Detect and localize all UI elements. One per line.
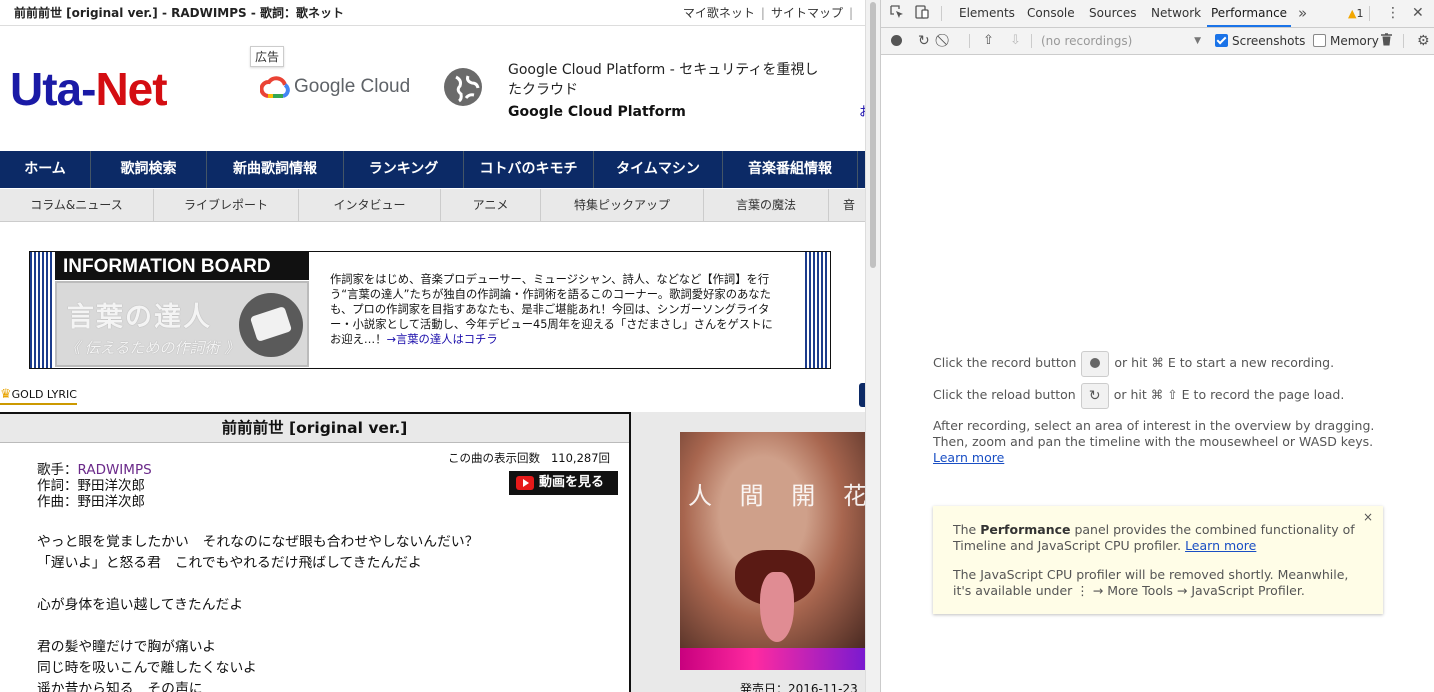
- lyrics-body: やっと眼を覚ましたかい それなのになぜ眼も合わせやしないんだい？ 「遅いよ」と怒…: [37, 534, 479, 692]
- subnav-item-kotoba-magic[interactable]: 言葉の魔法: [704, 189, 829, 221]
- scrollbar-thumb[interactable]: [870, 2, 876, 268]
- nav-item-lyrics-search[interactable]: 歌詞検索: [91, 151, 207, 188]
- lyric-panel: 前前前世 [original ver.] この曲の表示回数 110,287回 動…: [0, 412, 631, 692]
- info-board-header: INFORMATION BOARD: [55, 252, 309, 280]
- load-profile-icon[interactable]: ⇧: [983, 28, 994, 54]
- performance-toolbar: ↻ ⃠ ⇧ ⇩ (no recordings) ▼ Screenshots Me…: [881, 28, 1434, 55]
- page-title: 前前前世 [original ver.] - RADWIMPS - 歌詞：歌ネッ…: [14, 6, 345, 20]
- subnav-item-live-report[interactable]: ライブレポート: [154, 189, 299, 221]
- profiler-deprecation-notice: × The Performance panel provides the com…: [933, 506, 1383, 614]
- screenshots-checkbox[interactable]: Screenshots: [1215, 28, 1305, 54]
- header-links: マイ歌ネット | サイトマップ |: [682, 6, 853, 20]
- memory-checkbox[interactable]: Memory: [1313, 28, 1379, 54]
- trash-icon[interactable]: [1381, 28, 1392, 54]
- album-jacket-image[interactable]: 人 間 開 花: [680, 432, 865, 670]
- subnav-item-interview[interactable]: インタビュー: [299, 189, 441, 221]
- ad-brand[interactable]: Google Cloud Platform: [508, 104, 686, 120]
- checkbox-unchecked-icon: [1313, 34, 1326, 47]
- subnav-item-column-news[interactable]: コラム&ニュース: [0, 189, 154, 221]
- subnav-item-feature[interactable]: 特集ピックアップ: [541, 189, 704, 221]
- reload-hint: Click the reload button ↻ or hit ⌘ ⇧ E to …: [933, 382, 1344, 409]
- reload-icon: ↻: [1088, 387, 1101, 404]
- tab-sources[interactable]: Sources: [1089, 0, 1136, 27]
- view-count: この曲の表示回数 110,287回: [448, 451, 611, 465]
- main-navigation: ホーム 歌詞検索 新曲歌詞情報 ランキング コトバのキモチ タイムマシン 音楽番…: [0, 151, 865, 188]
- reload-icon[interactable]: ↻: [918, 28, 930, 54]
- device-toolbar-icon[interactable]: [915, 0, 929, 27]
- globe-icon: [444, 68, 482, 106]
- decorative-stripe-left: [30, 252, 54, 368]
- google-cloud-logo[interactable]: Google Cloud: [260, 74, 410, 102]
- inspect-element-icon[interactable]: [890, 0, 904, 27]
- ad-headline[interactable]: Google Cloud Platform - セキュリティを重視したクラウド: [508, 60, 828, 100]
- record-button[interactable]: [1081, 350, 1110, 377]
- record-hint: Click the record button or hit ⌘ E to sta…: [933, 350, 1334, 377]
- typewriter-icon: [239, 293, 303, 357]
- crown-icon: ♛: [0, 387, 12, 402]
- song-credits: 歌手：RADWIMPS 作詞：野田洋次郎 作曲：野田洋次郎: [37, 462, 152, 510]
- release-date: 発売日：2016-11-23: [740, 682, 858, 692]
- nav-item-music-tv[interactable]: 音楽番組情報: [723, 151, 858, 188]
- settings-gear-icon[interactable]: ⚙: [1417, 28, 1430, 54]
- kebab-menu-icon[interactable]: ⋮: [1386, 0, 1400, 27]
- reload-record-button[interactable]: ↻: [1080, 382, 1109, 409]
- ad-badge: 広告: [250, 46, 285, 67]
- composer: 作曲：野田洋次郎: [37, 494, 145, 510]
- nav-item-ranking[interactable]: ランキング: [344, 151, 464, 188]
- record-dot-icon: [1090, 357, 1101, 368]
- subnav-item-more[interactable]: 音: [829, 189, 865, 221]
- nav-item-kotoba[interactable]: コトバのキモチ: [464, 151, 594, 188]
- jacket-title: 人 間 開 花: [688, 482, 865, 510]
- devtools-tab-bar: Elements Console Sources Network Perform…: [881, 0, 1434, 28]
- warning-indicator[interactable]: ▲1: [1348, 0, 1363, 27]
- page-scrollbar[interactable]: [865, 0, 880, 692]
- kotoba-no-tatsujin-link[interactable]: →言葉の達人はコチラ: [387, 333, 498, 346]
- google-cloud-icon: [260, 76, 290, 98]
- info-board-text: 作詞家をはじめ、音楽プロデューサー、ミュージシャン、詩人、などなど【作詞】を行う…: [330, 273, 773, 346]
- watch-video-button[interactable]: 動画を見る: [509, 471, 618, 495]
- checkbox-checked-icon: [1215, 34, 1228, 47]
- page-header-bar: 前前前世 [original ver.] - RADWIMPS - 歌詞：歌ネッ…: [0, 0, 865, 26]
- my-utanet-link[interactable]: マイ歌ネット: [683, 6, 755, 20]
- recordings-select[interactable]: (no recordings) ▼: [1041, 28, 1201, 54]
- artist-link[interactable]: RADWIMPS: [78, 462, 152, 478]
- information-board: INFORMATION BOARD 言葉の達人 《 伝えるための作詞術 》 作詞…: [29, 251, 831, 369]
- save-profile-icon[interactable]: ⇩: [1010, 28, 1021, 54]
- youtube-play-icon: [516, 476, 534, 490]
- tab-performance[interactable]: Performance: [1207, 0, 1292, 27]
- lyricist: 作詞：野田洋次郎: [37, 478, 145, 494]
- more-tabs-icon[interactable]: »: [1298, 0, 1307, 27]
- nav-item-time-machine[interactable]: タイムマシン: [594, 151, 723, 188]
- uta-net-logo[interactable]: Uta-Net: [10, 62, 168, 116]
- tab-console[interactable]: Console: [1027, 0, 1075, 27]
- gold-lyric-label: ♛GOLD LYRIC: [0, 387, 77, 405]
- nav-item-home[interactable]: ホーム: [0, 151, 91, 188]
- decorative-stripe-right: [805, 252, 829, 368]
- sitemap-link[interactable]: サイトマップ: [771, 6, 843, 20]
- kotoba-no-tatsujin-banner[interactable]: 言葉の達人 《 伝えるための作詞術 》: [55, 281, 309, 367]
- close-icon[interactable]: ✕: [1412, 0, 1424, 27]
- tab-elements[interactable]: Elements: [959, 0, 1015, 27]
- subnav-item-anime[interactable]: アニメ: [441, 189, 541, 221]
- tab-network[interactable]: Network: [1151, 0, 1201, 27]
- web-page: 前前前世 [original ver.] - RADWIMPS - 歌詞：歌ネッ…: [0, 0, 865, 692]
- dropdown-arrow-icon: ▼: [1194, 36, 1201, 46]
- sub-navigation: コラム&ニュース ライブレポート インタビュー アニメ 特集ピックアップ 言葉の…: [0, 189, 865, 222]
- after-recording-hint: After recording, select an area of inter…: [933, 418, 1375, 465]
- record-icon[interactable]: [891, 28, 902, 54]
- learn-more-link[interactable]: Learn more: [933, 450, 1004, 465]
- nav-item-new-lyrics[interactable]: 新曲歌詞情報: [207, 151, 344, 188]
- song-title: 前前前世 [original ver.]: [0, 414, 629, 443]
- devtools-panel: Elements Console Sources Network Perform…: [880, 0, 1434, 692]
- notice-learn-more-link[interactable]: Learn more: [1185, 538, 1256, 553]
